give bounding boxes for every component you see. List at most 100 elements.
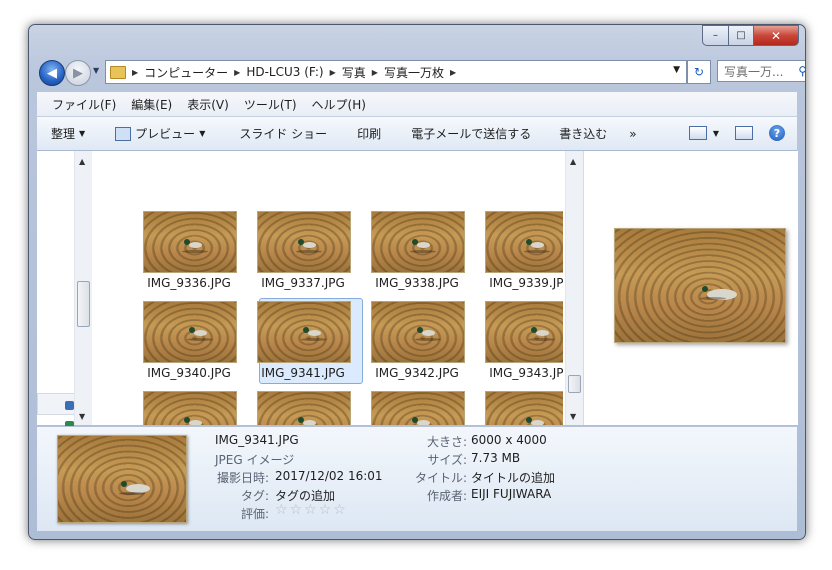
address-dropdown-icon[interactable]: ▼ [673, 65, 680, 75]
search-icon[interactable]: ⚲ [798, 64, 805, 78]
preview-label: プレビュー [135, 127, 196, 141]
breadcrumb-drive[interactable]: HD-LCU3 (F:) [246, 65, 323, 79]
title-label: タイトル: [414, 471, 467, 485]
preview-icon [115, 126, 132, 141]
star-icon[interactable]: ☆ [304, 502, 317, 518]
search-input[interactable]: 写真一万... [724, 63, 783, 80]
preview-image [614, 228, 786, 343]
star-icon[interactable]: ☆ [333, 502, 346, 518]
scroll-thumb[interactable] [568, 375, 581, 393]
author-label: 作成者: [426, 489, 467, 503]
thumbnail-IMG_9338[interactable] [371, 211, 465, 273]
file-label[interactable]: IMG_9340.JPG [135, 366, 243, 380]
view-dropdown-icon[interactable]: ▼ [713, 129, 719, 138]
email-button[interactable]: 電子メールで送信する [411, 125, 531, 142]
menu-bar: ファイル(F) 編集(E) 表示(V) ツール(T) ヘルプ(H) [37, 92, 797, 117]
thumbnail-row3-1[interactable] [143, 391, 237, 425]
details-thumbnail [57, 435, 187, 523]
file-label[interactable]: IMG_9336.JPG [135, 276, 243, 290]
change-view-icon[interactable] [688, 126, 707, 140]
burn-button[interactable]: 書き込む [559, 125, 607, 142]
tags-label: タグ: [240, 489, 269, 503]
scroll-down-icon[interactable]: ▼ [570, 412, 576, 421]
thumbnail-IMG_9342[interactable] [371, 301, 465, 363]
email-label: 電子メールで送信する [411, 127, 532, 141]
dimensions-label: 大きさ: [426, 435, 467, 449]
thumbnail-row3-3[interactable] [371, 391, 465, 425]
file-label[interactable]: IMG_9337.JPG [249, 276, 357, 290]
file-label[interactable]: IMG_9338.JPG [363, 276, 471, 290]
help-icon[interactable]: ? [769, 125, 785, 141]
organize-button[interactable]: 整理 ▼ [51, 125, 85, 142]
breadcrumb-separator-icon[interactable]: ▶ [372, 68, 378, 77]
star-icon[interactable]: ☆ [290, 502, 303, 518]
thumbnail-IMG_9343[interactable] [485, 301, 563, 363]
explorer-window: – □ ✕ ◀ ▶ ▼ ▶ コンピューター ▶ HD-LCU3 (F:) ▶ 写… [28, 24, 806, 540]
file-label[interactable]: IMG_9341.JPG [249, 366, 357, 380]
breadcrumb-computer[interactable]: コンピューター [144, 64, 228, 81]
scroll-up-icon[interactable]: ▲ [79, 157, 85, 166]
breadcrumb-separator-icon[interactable]: ▶ [132, 68, 138, 77]
print-label: 印刷 [357, 127, 382, 141]
search-box[interactable]: 写真一万... ⚲ [717, 60, 805, 82]
forward-button[interactable]: ▶ [65, 60, 91, 86]
more-commands-button[interactable]: » [629, 127, 636, 141]
file-label[interactable]: IMG_9342.JPG [363, 366, 471, 380]
print-button[interactable]: 印刷 [357, 125, 381, 142]
thumbnail-IMG_9339[interactable] [485, 211, 563, 273]
breadcrumb-photos[interactable]: 写真 [342, 64, 366, 81]
menu-edit[interactable]: 編集(E) [131, 96, 172, 113]
refresh-button[interactable]: ↻ [687, 60, 711, 84]
scroll-up-icon[interactable]: ▲ [570, 157, 576, 166]
close-button[interactable]: ✕ [753, 25, 799, 46]
breadcrumb-separator-icon[interactable]: ▶ [450, 68, 456, 77]
thumbnail-IMG_9336[interactable] [143, 211, 237, 273]
breadcrumb-separator-icon[interactable]: ▶ [234, 68, 240, 77]
file-label[interactable]: IMG_9339.JPG [477, 276, 563, 290]
menu-help[interactable]: ヘルプ(H) [312, 96, 366, 113]
forward-arrow-icon: ▶ [73, 65, 83, 81]
back-arrow-icon: ◀ [47, 65, 57, 81]
preview-button[interactable]: プレビュー ▼ [115, 125, 205, 142]
breadcrumb-current-folder[interactable]: 写真一万枚 [384, 64, 444, 81]
preview-pane-toggle-icon[interactable] [735, 126, 753, 140]
details-filename: IMG_9341.JPG [215, 433, 299, 447]
command-bar: 整理 ▼ プレビュー ▼ スライド ショー 印刷 電子メールで送信する 書き込む »… [37, 117, 797, 151]
file-list-scrollbar[interactable]: ▲ ▼ [565, 151, 583, 425]
address-bar[interactable]: ▶ コンピューター ▶ HD-LCU3 (F:) ▶ 写真 ▶ 写真一万枚 ▶ … [105, 60, 687, 84]
slideshow-button[interactable]: スライド ショー [239, 125, 327, 142]
preview-pane [583, 151, 798, 425]
maximize-button[interactable]: □ [728, 25, 753, 46]
details-pane: IMG_9341.JPG JPEG イメージ 撮影日時: 2017/12/02 … [37, 426, 797, 531]
title-value[interactable]: タイトルの追加 [471, 469, 555, 486]
chevron-down-icon: ▼ [199, 129, 206, 138]
library-icon [65, 401, 74, 410]
scroll-thumb[interactable] [77, 281, 90, 327]
minimize-button[interactable]: – [702, 25, 728, 46]
menu-view[interactable]: 表示(V) [187, 96, 229, 113]
dimensions-value: 6000 x 4000 [471, 433, 547, 447]
star-icon[interactable]: ☆ [319, 502, 332, 518]
thumbnail-IMG_9340[interactable] [143, 301, 237, 363]
back-button[interactable]: ◀ [39, 60, 65, 86]
menu-tools[interactable]: ツール(T) [244, 96, 297, 113]
scroll-down-icon[interactable]: ▼ [79, 412, 85, 421]
more-commands-icon: » [629, 126, 637, 141]
rating-stars[interactable]: ☆ ☆ ☆ ☆ ☆ [275, 502, 348, 518]
recent-pages-dropdown[interactable]: ▼ [93, 66, 99, 75]
refresh-icon: ↻ [693, 65, 705, 79]
caption-buttons: – □ ✕ [702, 25, 799, 46]
menu-file[interactable]: ファイル(F) [52, 96, 116, 113]
breadcrumb-separator-icon[interactable]: ▶ [330, 68, 336, 77]
thumbnail-row3-4[interactable] [485, 391, 563, 425]
file-label[interactable]: IMG_9343.JPG [477, 366, 563, 380]
navigation-pane: ▲ ▼ [37, 151, 92, 430]
thumbnail-IMG_9337[interactable] [257, 211, 351, 273]
nav-pane-scrollbar[interactable]: ▲ ▼ [74, 151, 92, 425]
star-icon[interactable]: ☆ [275, 502, 288, 518]
thumbnail-IMG_9341[interactable] [257, 301, 351, 363]
chevron-down-icon: ▼ [79, 129, 86, 138]
author-value[interactable]: EIJI FUJIWARA [471, 487, 551, 501]
date-value[interactable]: 2017/12/02 16:01 [275, 469, 383, 483]
thumbnail-row3-2[interactable] [257, 391, 351, 425]
